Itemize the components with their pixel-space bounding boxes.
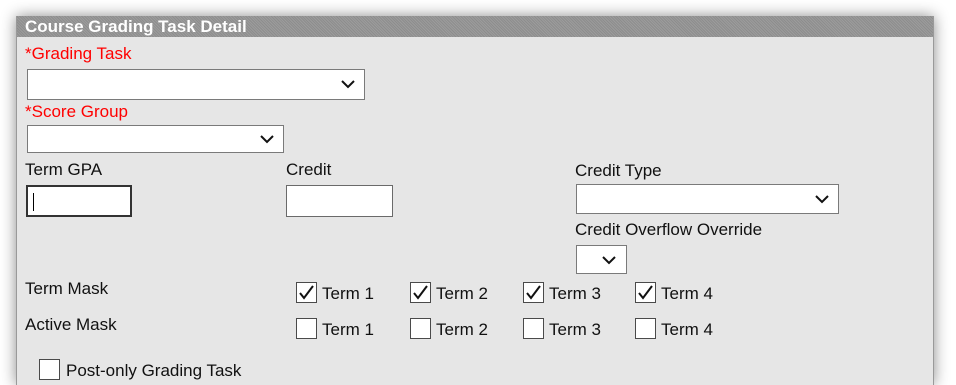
active-mask-term-2-label: Term 2	[436, 320, 488, 339]
post-only-grading-task-checkbox[interactable]	[39, 359, 60, 380]
term-mask-term-1-checkbox[interactable]	[296, 282, 317, 303]
chevron-down-icon	[260, 135, 274, 144]
term-mask-term-1-label: Term 1	[322, 284, 374, 303]
term-mask-label: Term Mask	[25, 279, 109, 298]
chevron-down-icon	[602, 256, 616, 265]
active-mask-label: Active Mask	[25, 315, 117, 334]
term-gpa-input[interactable]	[26, 185, 132, 217]
checkmark-icon	[299, 285, 314, 300]
term-gpa-label: Term GPA	[25, 160, 103, 179]
required-marker: *	[25, 102, 32, 121]
panel-title: Course Grading Task Detail	[25, 17, 247, 36]
post-only-grading-task-label: Post-only Grading Task	[66, 361, 242, 380]
score-group-select[interactable]	[27, 125, 284, 153]
active-mask-term-4-label: Term 4	[661, 320, 713, 339]
course-grading-task-detail-panel: Course Grading Task Detail *Grading Task…	[16, 16, 934, 385]
active-mask-term-1-checkbox[interactable]	[296, 318, 317, 339]
credit-type-select[interactable]	[576, 184, 839, 214]
credit-input[interactable]	[286, 185, 393, 217]
credit-overflow-override-label: Credit Overflow Override	[575, 220, 763, 239]
credit-overflow-override-select[interactable]	[576, 245, 627, 274]
active-mask-term-1-label: Term 1	[322, 320, 374, 339]
credit-label: Credit	[286, 160, 332, 179]
text-cursor	[33, 193, 34, 211]
active-mask-term-3-checkbox[interactable]	[523, 318, 544, 339]
term-mask-term-3-label: Term 3	[549, 284, 601, 303]
score-group-label-text: Score Group	[31, 102, 129, 121]
active-mask-term-3-label: Term 3	[549, 320, 601, 339]
panel-header: Course Grading Task Detail	[17, 16, 933, 37]
term-mask-term-2-label: Term 2	[436, 284, 488, 303]
active-mask-term-2-checkbox[interactable]	[410, 318, 431, 339]
score-group-label: *Score Group	[25, 102, 128, 122]
checkmark-icon	[413, 285, 428, 300]
required-marker: *	[25, 44, 32, 63]
term-mask-term-3-checkbox[interactable]	[523, 282, 544, 303]
grading-task-select[interactable]	[27, 69, 365, 100]
checkmark-icon	[526, 285, 541, 300]
checkmark-icon	[638, 285, 653, 300]
term-mask-term-4-label: Term 4	[661, 284, 713, 303]
chevron-down-icon	[815, 195, 829, 204]
grading-task-label: *Grading Task	[25, 44, 131, 64]
chevron-down-icon	[341, 80, 355, 89]
term-mask-term-4-checkbox[interactable]	[635, 282, 656, 303]
grading-task-label-text: Grading Task	[31, 44, 132, 63]
credit-type-label: Credit Type	[575, 161, 662, 180]
active-mask-term-4-checkbox[interactable]	[635, 318, 656, 339]
term-mask-term-2-checkbox[interactable]	[410, 282, 431, 303]
